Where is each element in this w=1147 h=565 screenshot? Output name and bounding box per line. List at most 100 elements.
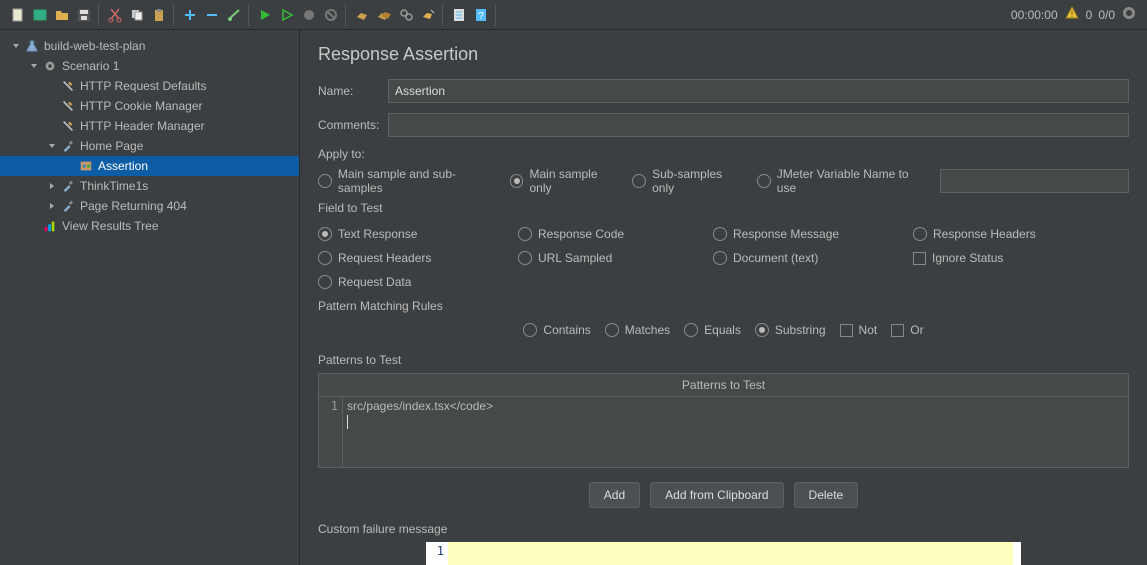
test-plan-tree[interactable]: build-web-test-plan Scenario 1 HTTP Reques… — [0, 30, 300, 565]
shutdown-icon[interactable] — [321, 5, 341, 25]
rule-option-5[interactable]: Or — [891, 323, 923, 337]
option-label: Request Data — [338, 275, 411, 289]
cut-icon[interactable] — [105, 5, 125, 25]
tree-label: Scenario 1 — [62, 59, 119, 73]
patterns-label: Patterns to Test — [318, 353, 1129, 367]
tree-node-http-cookie-manager[interactable]: HTTP Cookie Manager — [0, 96, 299, 116]
patterns-table: Patterns to Test 1src/pages/index.tsx</c… — [318, 373, 1129, 468]
collapse-icon[interactable] — [202, 5, 222, 25]
field-option-2[interactable]: Response Message — [713, 227, 913, 241]
radio-icon[interactable] — [913, 227, 927, 241]
jmeter-variable-input[interactable] — [940, 169, 1129, 193]
option-label: Request Headers — [338, 251, 431, 265]
stop-icon[interactable] — [299, 5, 319, 25]
tree-node-http-request-defaults[interactable]: HTTP Request Defaults — [0, 76, 299, 96]
radio-icon[interactable] — [318, 174, 332, 188]
field-option-7[interactable]: Ignore Status — [913, 251, 1113, 265]
warning-icon[interactable]: ! — [1064, 5, 1080, 24]
field-option-3[interactable]: Response Headers — [913, 227, 1113, 241]
radio-icon[interactable] — [757, 174, 771, 188]
field-option-4[interactable]: Request Headers — [318, 251, 518, 265]
radio-icon[interactable] — [318, 227, 332, 241]
radio-icon[interactable] — [684, 323, 698, 337]
tree-node-view-results-tree[interactable]: View Results Tree — [0, 216, 299, 236]
pattern-gutter: 1 — [319, 397, 343, 467]
radio-icon[interactable] — [632, 174, 646, 188]
radio-icon[interactable] — [523, 323, 537, 337]
running-indicator-icon — [1121, 5, 1137, 24]
radio-icon[interactable] — [605, 323, 619, 337]
tree-node-assertion[interactable]: Assertion — [0, 156, 299, 176]
rule-option-2[interactable]: Equals — [684, 323, 741, 337]
delete-button[interactable]: Delete — [794, 482, 859, 508]
apply-option-2[interactable]: Sub-samples only — [632, 167, 747, 195]
pattern-cell[interactable]: src/pages/index.tsx</code> — [343, 397, 1128, 467]
radio-label: Sub-samples only — [652, 167, 747, 195]
field-option-8[interactable]: Request Data — [318, 275, 518, 289]
rule-option-0[interactable]: Contains — [523, 323, 590, 337]
tree-node-http-header-manager[interactable]: HTTP Header Manager — [0, 116, 299, 136]
start-notimers-icon[interactable] — [277, 5, 297, 25]
checkbox-icon[interactable] — [891, 324, 904, 337]
radio-icon[interactable] — [755, 323, 769, 337]
radio-icon[interactable] — [518, 227, 532, 241]
tree-label: build-web-test-plan — [44, 39, 145, 53]
elapsed-time: 00:00:00 — [1011, 8, 1058, 22]
toggle-icon[interactable] — [224, 5, 244, 25]
radio-icon[interactable] — [318, 251, 332, 265]
help-icon[interactable]: ? — [471, 5, 491, 25]
start-icon[interactable] — [255, 5, 275, 25]
comments-input[interactable] — [388, 113, 1129, 137]
field-option-0[interactable]: Text Response — [318, 227, 518, 241]
copy-icon[interactable] — [127, 5, 147, 25]
tree-node-page-returning-404[interactable]: Page Returning 404 — [0, 196, 299, 216]
twisty-icon[interactable] — [46, 200, 58, 212]
radio-icon[interactable] — [318, 275, 332, 289]
twisty-icon[interactable] — [46, 180, 58, 192]
apply-option-3[interactable]: JMeter Variable Name to use — [757, 167, 930, 195]
field-option-6[interactable]: Document (text) — [713, 251, 913, 265]
rule-option-3[interactable]: Substring — [755, 323, 826, 337]
twisty-icon[interactable] — [10, 40, 22, 52]
apply-option-0[interactable]: Main sample and sub-samples — [318, 167, 500, 195]
new-icon[interactable] — [8, 5, 28, 25]
apply-to-label: Apply to: — [318, 147, 1129, 161]
radio-icon[interactable] — [713, 227, 727, 241]
apply-option-1[interactable]: Main sample only — [510, 167, 623, 195]
twisty-icon[interactable] — [28, 60, 40, 72]
name-input[interactable] — [388, 79, 1129, 103]
tree-node-scenario-1[interactable]: Scenario 1 — [0, 56, 299, 76]
open-icon[interactable] — [52, 5, 72, 25]
radio-icon[interactable] — [510, 174, 524, 188]
twisty-icon[interactable] — [46, 140, 58, 152]
tree-node-home-page[interactable]: Home Page — [0, 136, 299, 156]
custom-message-input[interactable] — [448, 542, 1021, 565]
add-clipboard-button[interactable]: Add from Clipboard — [650, 482, 783, 508]
add-button[interactable]: Add — [589, 482, 640, 508]
clear-all-icon[interactable] — [374, 5, 394, 25]
field-option-1[interactable]: Response Code — [518, 227, 713, 241]
tree-node-thinktime1s[interactable]: ThinkTime1s — [0, 176, 299, 196]
reset-search-icon[interactable] — [418, 5, 438, 25]
patterns-header: Patterns to Test — [319, 374, 1128, 397]
templates-icon[interactable] — [30, 5, 50, 25]
tree-label: Assertion — [98, 159, 148, 173]
function-helper-icon[interactable] — [449, 5, 469, 25]
results-icon — [42, 218, 58, 234]
paste-icon[interactable] — [149, 5, 169, 25]
field-option-5[interactable]: URL Sampled — [518, 251, 713, 265]
expand-icon[interactable] — [180, 5, 200, 25]
tree-node-build-web-test-plan[interactable]: build-web-test-plan — [0, 36, 299, 56]
save-icon[interactable] — [74, 5, 94, 25]
option-label: Not — [859, 323, 878, 337]
custom-message-area[interactable]: 1 — [426, 542, 1021, 565]
rule-option-1[interactable]: Matches — [605, 323, 670, 337]
radio-icon[interactable] — [713, 251, 727, 265]
radio-label: Main sample and sub-samples — [338, 167, 500, 195]
rule-option-4[interactable]: Not — [840, 323, 878, 337]
radio-icon[interactable] — [518, 251, 532, 265]
checkbox-icon[interactable] — [840, 324, 853, 337]
search-icon[interactable] — [396, 5, 416, 25]
checkbox-icon[interactable] — [913, 252, 926, 265]
clear-icon[interactable] — [352, 5, 372, 25]
